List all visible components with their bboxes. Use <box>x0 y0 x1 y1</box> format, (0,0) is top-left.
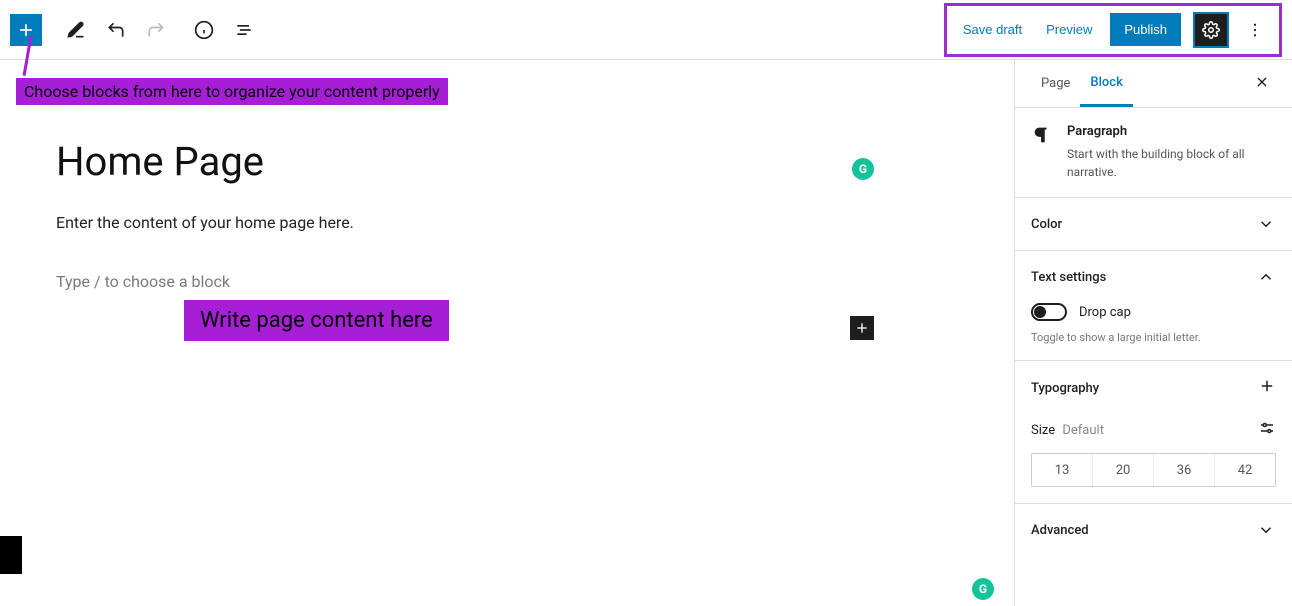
sidebar-close-button[interactable] <box>1248 68 1276 100</box>
block-title: Paragraph <box>1067 124 1276 139</box>
advanced-title: Advanced <box>1031 523 1089 538</box>
size-preset-36[interactable]: 36 <box>1154 454 1215 486</box>
text-settings-header[interactable]: Text settings <box>1031 267 1276 287</box>
annotation-choose-blocks: Choose blocks from here to organize your… <box>16 78 448 105</box>
color-panel-title: Color <box>1031 217 1062 232</box>
drop-cap-toggle[interactable] <box>1031 303 1067 321</box>
text-settings-panel: Text settings Drop cap Toggle to show a … <box>1015 251 1292 361</box>
size-label: Size <box>1031 423 1055 438</box>
font-size-row: Size Default <box>1031 419 1276 441</box>
color-panel[interactable]: Color <box>1015 198 1292 251</box>
save-draft-button[interactable]: Save draft <box>957 16 1028 43</box>
top-toolbar: Save draft Preview Publish <box>0 0 1292 60</box>
typography-header[interactable]: Typography <box>1031 377 1276 399</box>
sidebar-tabs: Page Block <box>1015 60 1292 108</box>
chevron-up-icon <box>1256 267 1276 287</box>
toolbar-left <box>10 12 262 48</box>
typography-add-button[interactable] <box>1258 377 1276 399</box>
size-default: Default <box>1062 423 1104 438</box>
publish-button[interactable]: Publish <box>1110 13 1181 46</box>
settings-sidebar: Page Block Paragraph Start with the buil… <box>1014 60 1292 606</box>
typography-title: Typography <box>1031 381 1099 396</box>
size-preset-20[interactable]: 20 <box>1093 454 1154 486</box>
chevron-down-icon <box>1256 214 1276 234</box>
paragraph-icon <box>1031 124 1055 150</box>
typography-panel: Typography Size Default 13 20 36 42 <box>1015 361 1292 504</box>
drop-cap-label: Drop cap <box>1079 305 1131 320</box>
add-block-button[interactable] <box>10 14 42 46</box>
tab-block[interactable]: Block <box>1080 61 1132 107</box>
drop-cap-help: Toggle to show a large initial letter. <box>1031 331 1276 344</box>
annotation-write-content: Write page content here <box>184 300 449 341</box>
tab-page[interactable]: Page <box>1031 62 1080 105</box>
size-presets: 13 20 36 42 <box>1031 453 1276 487</box>
size-preset-13[interactable]: 13 <box>1032 454 1093 486</box>
redo-button[interactable] <box>138 12 174 48</box>
settings-button[interactable] <box>1193 12 1229 48</box>
undo-button[interactable] <box>98 12 134 48</box>
custom-size-button[interactable] <box>1258 419 1276 441</box>
left-edge-tab[interactable] <box>0 536 22 574</box>
inline-add-block-button[interactable] <box>850 316 874 340</box>
outline-button[interactable] <box>226 12 262 48</box>
info-button[interactable] <box>186 12 222 48</box>
block-info-panel: Paragraph Start with the building block … <box>1015 108 1292 198</box>
page-content-paragraph[interactable]: Enter the content of your home page here… <box>56 213 1014 232</box>
advanced-panel[interactable]: Advanced <box>1015 504 1292 556</box>
block-placeholder[interactable]: Type / to choose a block <box>56 272 1014 291</box>
chevron-down-icon <box>1256 520 1276 540</box>
grammarly-icon-bottom[interactable]: G <box>972 578 994 600</box>
text-settings-title: Text settings <box>1031 270 1106 285</box>
grammarly-icon[interactable]: G <box>852 158 874 180</box>
block-description: Start with the building block of all nar… <box>1067 145 1276 181</box>
preview-button[interactable]: Preview <box>1040 16 1098 43</box>
edit-tool-button[interactable] <box>58 12 94 48</box>
more-options-button[interactable] <box>1241 12 1269 48</box>
toolbar-right-highlight: Save draft Preview Publish <box>944 3 1282 57</box>
drop-cap-row: Drop cap <box>1031 303 1276 321</box>
editor-canvas: Choose blocks from here to organize your… <box>0 60 1014 606</box>
editor-wrap: Choose blocks from here to organize your… <box>0 60 1292 606</box>
size-preset-42[interactable]: 42 <box>1215 454 1275 486</box>
